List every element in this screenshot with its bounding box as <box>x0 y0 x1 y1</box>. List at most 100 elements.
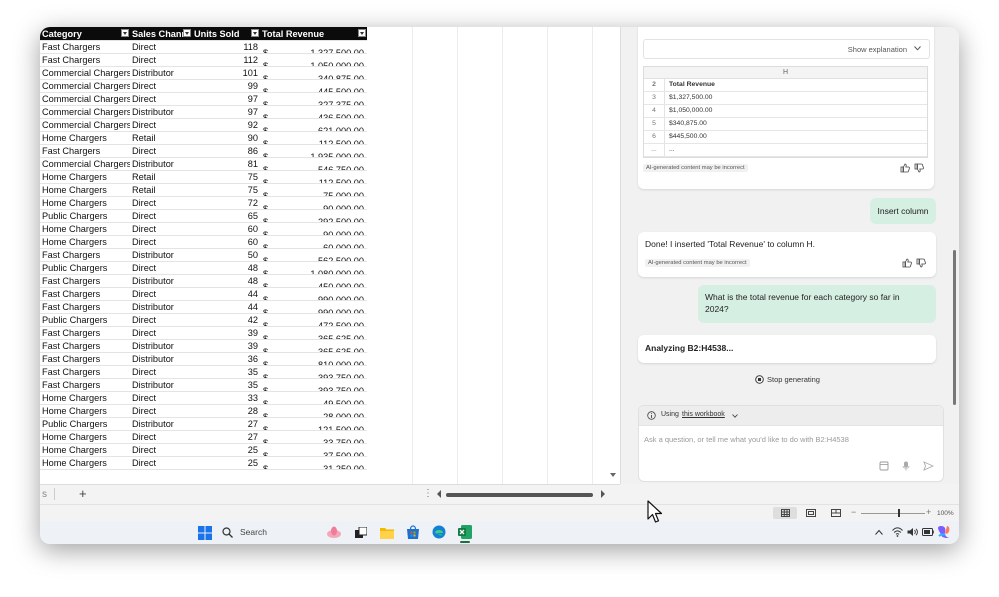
units-sold-cell[interactable]: 97 <box>192 105 260 119</box>
table-row[interactable]: Home Chargers Direct 27 $33,750.00 <box>40 430 367 444</box>
more-options-icon[interactable]: ⋮ <box>423 488 433 499</box>
prompt-guide-icon[interactable] <box>879 461 889 471</box>
units-sold-cell[interactable]: 44 <box>192 287 260 301</box>
table-row[interactable]: Public Chargers Direct 65 $292,500.00 <box>40 209 367 223</box>
category-cell[interactable]: Fast Chargers <box>40 40 130 54</box>
units-sold-cell[interactable]: 33 <box>192 391 260 405</box>
table-row[interactable]: Home Chargers Direct 28 $28,000.00 <box>40 404 367 418</box>
category-cell[interactable]: Fast Chargers <box>40 326 130 340</box>
sales-channel-cell[interactable]: Direct <box>130 391 192 405</box>
category-cell[interactable]: Home Chargers <box>40 404 130 418</box>
total-revenue-cell[interactable]: $49,500.00 <box>260 391 367 405</box>
total-revenue-cell[interactable]: $90,000.00 <box>260 196 367 210</box>
total-revenue-cell[interactable]: $562,500.00 <box>260 248 367 262</box>
total-revenue-cell[interactable]: $365,625.00 <box>260 339 367 353</box>
category-cell[interactable]: Fast Chargers <box>40 144 130 158</box>
workbook-context-link[interactable]: this workbook <box>682 411 725 418</box>
table-row[interactable]: Home Chargers Retail 75 $112,500.00 <box>40 170 367 184</box>
chevron-down-icon[interactable] <box>732 414 738 418</box>
category-cell[interactable]: Public Chargers <box>40 313 130 327</box>
excel-app-icon[interactable] <box>458 525 472 539</box>
total-revenue-cell[interactable]: $450,000.00 <box>260 274 367 288</box>
thumbs-down-icon[interactable] <box>914 163 924 173</box>
widgets-lotus-icon[interactable] <box>325 526 343 539</box>
show-explanation-link[interactable]: Show explanation <box>848 45 907 54</box>
total-revenue-cell[interactable]: $340,875.00 <box>260 66 367 80</box>
total-revenue-cell[interactable]: $1,935,000.00 <box>260 144 367 158</box>
units-sold-cell[interactable]: 27 <box>192 430 260 444</box>
sales-channel-cell[interactable]: Direct <box>130 209 192 223</box>
page-break-view-icon[interactable] <box>831 509 841 517</box>
sales-channel-cell[interactable]: Distributor <box>130 378 192 392</box>
units-sold-cell[interactable]: 75 <box>192 170 260 184</box>
category-cell[interactable]: Home Chargers <box>40 183 130 197</box>
thumbs-up-icon[interactable] <box>902 258 912 268</box>
battery-icon[interactable] <box>922 528 934 536</box>
sales-channel-cell[interactable]: Distributor <box>130 417 192 431</box>
total-revenue-cell[interactable]: $990,000.00 <box>260 287 367 301</box>
category-cell[interactable]: Fast Chargers <box>40 352 130 366</box>
category-cell[interactable]: Commercial Chargers <box>40 157 130 171</box>
page-layout-view-icon[interactable] <box>806 509 816 517</box>
total-revenue-cell[interactable]: $436,500.00 <box>260 105 367 119</box>
category-cell[interactable]: Fast Chargers <box>40 53 130 67</box>
sales-channel-cell[interactable]: Distributor <box>130 274 192 288</box>
filter-dropdown-icon[interactable] <box>358 29 366 37</box>
total-revenue-cell[interactable]: $621,000.00 <box>260 118 367 132</box>
total-revenue-cell[interactable]: $990,000.00 <box>260 300 367 314</box>
category-cell[interactable]: Fast Chargers <box>40 248 130 262</box>
total-revenue-cell[interactable]: $393,750.00 <box>260 378 367 392</box>
table-row[interactable]: Commercial Chargers Distributor 97 $436,500… <box>40 105 367 119</box>
filter-dropdown-icon[interactable] <box>183 29 191 37</box>
total-revenue-cell[interactable]: $112,500.00 <box>260 131 367 145</box>
sales-channel-cell[interactable]: Direct <box>130 326 192 340</box>
total-revenue-cell[interactable]: $810,000.00 <box>260 352 367 366</box>
sales-channel-cell[interactable]: Direct <box>130 287 192 301</box>
sales-channel-cell[interactable]: Retail <box>130 183 192 197</box>
category-cell[interactable]: Public Chargers <box>40 417 130 431</box>
sheet-tab-partial[interactable]: s <box>42 489 47 500</box>
stop-icon[interactable] <box>755 375 764 384</box>
table-row[interactable]: Home Chargers Direct 60 $60,000.00 <box>40 235 367 249</box>
table-row[interactable]: Home Chargers Direct 25 $37,500.00 <box>40 443 367 457</box>
table-row[interactable]: Public Chargers Direct 48 $1,080,000.00 <box>40 261 367 275</box>
table-row[interactable]: Home Chargers Direct 25 $31,250.00 <box>40 456 367 470</box>
table-row[interactable]: Fast Chargers Distributor 50 $562,500.00 <box>40 248 367 262</box>
total-revenue-cell[interactable]: $28,000.00 <box>260 404 367 418</box>
total-revenue-cell[interactable]: $33,750.00 <box>260 430 367 444</box>
normal-view-button[interactable] <box>773 507 797 519</box>
sales-channel-cell[interactable]: Direct <box>130 144 192 158</box>
add-sheet-button[interactable]: + <box>79 486 87 501</box>
units-sold-cell[interactable]: 90 <box>192 131 260 145</box>
filter-dropdown-icon[interactable] <box>251 29 259 37</box>
units-sold-cell[interactable]: 42 <box>192 313 260 327</box>
task-view-icon[interactable] <box>355 527 367 539</box>
sales-channel-cell[interactable]: Direct <box>130 365 192 379</box>
sales-channel-cell[interactable]: Retail <box>130 131 192 145</box>
sales-channel-cell[interactable]: Direct <box>130 261 192 275</box>
units-sold-cell[interactable]: 86 <box>192 144 260 158</box>
table-row[interactable]: Commercial Chargers Distributor 101 $340,87… <box>40 66 367 80</box>
category-cell[interactable]: Fast Chargers <box>40 287 130 301</box>
table-row[interactable]: Commercial Chargers Direct 97 $327,375.00 <box>40 92 367 106</box>
show-explanation-bar[interactable]: Show explanation <box>643 39 930 59</box>
total-revenue-cell[interactable]: $546,750.00 <box>260 157 367 171</box>
chat-input[interactable]: Ask a question, or tell me what you'd li… <box>644 435 849 444</box>
table-row[interactable]: Public Chargers Distributor 27 $121,500.00 <box>40 417 367 431</box>
category-cell[interactable]: Home Chargers <box>40 391 130 405</box>
units-sold-cell[interactable]: 35 <box>192 365 260 379</box>
thumbs-up-icon[interactable] <box>900 163 910 173</box>
units-sold-cell[interactable]: 99 <box>192 79 260 93</box>
table-row[interactable]: Fast Chargers Direct 39 $365,625.00 <box>40 326 367 340</box>
category-cell[interactable]: Public Chargers <box>40 209 130 223</box>
units-sold-cell[interactable]: 72 <box>192 196 260 210</box>
total-revenue-cell[interactable]: $60,000.00 <box>260 235 367 249</box>
units-sold-cell[interactable]: 112 <box>192 53 260 67</box>
units-sold-cell[interactable]: 48 <box>192 274 260 288</box>
category-cell[interactable]: Home Chargers <box>40 456 130 470</box>
zoom-slider-thumb[interactable] <box>898 509 901 517</box>
units-sold-cell[interactable]: 35 <box>192 378 260 392</box>
category-cell[interactable]: Home Chargers <box>40 170 130 184</box>
windows-start-icon[interactable] <box>198 526 212 540</box>
header-category[interactable]: Category <box>40 27 130 41</box>
